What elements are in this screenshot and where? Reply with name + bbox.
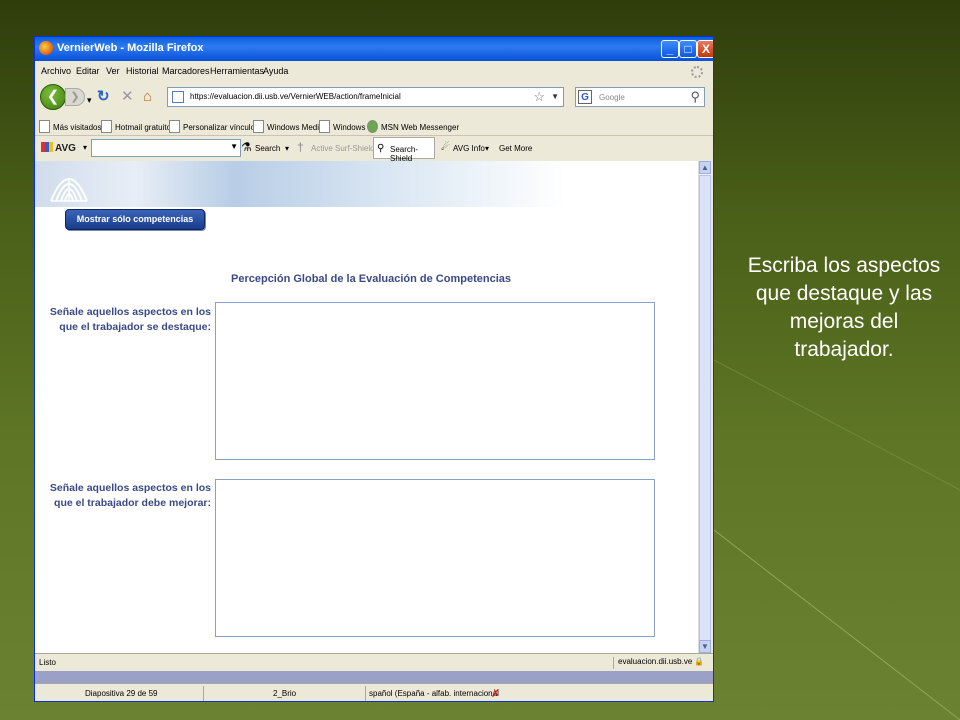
status-bar: Listo evaluacion.dii.usb.ve 🔒 (35, 653, 713, 672)
search-box[interactable]: G Google ⚲ (575, 87, 705, 107)
menu-ver[interactable]: Ver (106, 66, 120, 76)
back-button[interactable]: ❮ (40, 84, 66, 110)
bookmark-star-icon[interactable]: ☆ (533, 89, 545, 105)
search-icon[interactable]: ⚲ (690, 89, 700, 105)
stop-icon[interactable]: ✕ (121, 88, 134, 106)
theme-name: 2_Brio (273, 689, 297, 698)
bookmarks-toolbar: Más visitados Hotmail gratuito Personali… (35, 115, 713, 135)
page-icon (169, 120, 180, 133)
menu-historial[interactable]: Historial (126, 66, 159, 76)
url-bar[interactable]: https://evaluacion.dii.usb.ve/VernierWEB… (167, 87, 564, 107)
improvements-textarea[interactable] (215, 479, 655, 637)
menu-bar: Archivo Editar Ver Historial Marcadores … (35, 63, 713, 81)
url-dropdown-icon[interactable]: ▼ (551, 92, 559, 101)
scroll-up-icon[interactable]: ▲ (699, 161, 711, 174)
strengths-textarea[interactable] (215, 302, 655, 460)
menu-marcadores[interactable]: Marcadores (162, 66, 210, 76)
avg-input-dropdown-icon[interactable]: ▼ (230, 142, 238, 151)
home-icon[interactable]: ⌂ (143, 88, 152, 106)
reload-icon[interactable]: ↻ (97, 88, 110, 106)
status-domain: evaluacion.dii.usb.ve 🔒 (613, 657, 704, 669)
usb-logo (50, 178, 88, 202)
search-shield-button[interactable]: Search-Shield ⚲ (373, 137, 435, 163)
active-surf-shield-button[interactable]: Active Surf-Shield (311, 144, 375, 153)
vertical-scrollbar[interactable]: ▲ ▼ (698, 161, 711, 653)
throbber-icon (691, 66, 703, 78)
section-title: Percepción Global de la Evaluación de Co… (231, 273, 511, 285)
window-title: VernierWeb - Mozilla Firefox (57, 42, 204, 54)
security-icon[interactable]: 🔒 (694, 657, 704, 666)
status-text: Listo (39, 658, 56, 667)
bookmark-msn-messenger[interactable]: MSN Web Messenger (367, 120, 459, 133)
maximize-button[interactable]: □ (679, 40, 697, 58)
bookmark-mas-visitados[interactable]: Más visitados (39, 120, 101, 133)
minimize-button[interactable]: _ (661, 40, 679, 58)
show-competencies-button[interactable]: Mostrar sólo competencias (65, 209, 205, 230)
site-favicon-icon (172, 91, 184, 103)
spellcheck-icon[interactable]: ✗ (491, 687, 500, 700)
scroll-thumb[interactable] (699, 175, 711, 641)
close-button[interactable]: X (697, 40, 713, 58)
search-placeholder: Google (599, 93, 625, 102)
powerpoint-status-bar: Diapositiva 29 de 59 2_Brio spañol (Espa… (35, 683, 713, 701)
url-text: https://evaluacion.dii.usb.ve/VernierWEB… (190, 92, 401, 101)
get-more-button[interactable]: Get More (499, 144, 532, 153)
menu-ayuda[interactable]: Ayuda (263, 66, 288, 76)
google-icon[interactable]: G (578, 90, 592, 104)
title-bar: VernierWeb - Mozilla Firefox _ □ X (35, 37, 713, 61)
page-banner (35, 161, 698, 207)
grip-icon: † (297, 140, 304, 154)
bookmark-icon (39, 120, 50, 133)
scroll-down-icon[interactable]: ▼ (699, 640, 711, 653)
menu-archivo[interactable]: Archivo (41, 66, 71, 76)
slide-counter: Diapositiva 29 de 59 (85, 689, 158, 698)
page-icon (319, 120, 330, 133)
avg-dropdown-icon[interactable]: ▾ (83, 143, 87, 152)
page-icon (253, 120, 264, 133)
bookmark-hotmail[interactable]: Hotmail gratuito (101, 120, 171, 133)
improvements-label: Señale aquellos aspectos en los que el t… (49, 482, 211, 509)
avg-info-icon: ☄ (441, 142, 450, 153)
firefox-icon (39, 41, 53, 55)
forward-button[interactable]: ❯ (65, 88, 85, 106)
avg-pin-icon: ⚗ (241, 140, 252, 154)
avg-logo-icon (41, 142, 53, 152)
bookmark-windows-media[interactable]: Windows Media (253, 120, 323, 133)
avg-info-dropdown-icon[interactable]: ▾ (485, 144, 489, 153)
firefox-window: VernierWeb - Mozilla Firefox _ □ X Archi… (34, 36, 714, 702)
avg-toolbar: AVG ▾ ▼ ⚗ Search ▾ † Active Surf-Shield … (35, 135, 713, 163)
separator (365, 686, 366, 701)
navigation-toolbar: ❮ ❯ ▾ ↻ ✕ ⌂ https://evaluacion.dii.usb.v… (35, 83, 713, 111)
avg-search-dropdown-icon[interactable]: ▾ (285, 144, 289, 153)
avg-search-input[interactable]: ▼ (91, 139, 241, 157)
bookmark-windows[interactable]: Windows (319, 120, 365, 133)
menu-editar[interactable]: Editar (76, 66, 100, 76)
bookmark-personalizar[interactable]: Personalizar vínculos (169, 120, 259, 133)
history-dropdown-icon[interactable]: ▾ (87, 91, 92, 109)
msn-icon (367, 120, 378, 133)
slide-caption: Escriba los aspectos que destaque y las … (747, 254, 941, 361)
avg-search-button[interactable]: Search (255, 144, 280, 153)
avg-logo[interactable]: AVG (41, 142, 76, 154)
page-content: Mostrar sólo competencias Percepción Glo… (35, 161, 698, 653)
language-indicator: spañol (España - alfab. internacional (369, 689, 499, 698)
separator (203, 686, 204, 701)
avg-info-button[interactable]: AVG Info (453, 144, 485, 153)
strengths-label: Señale aquellos aspectos en los que el t… (49, 306, 211, 333)
search-shield-icon: ⚲ (377, 143, 385, 154)
page-icon (101, 120, 112, 133)
menu-herramientas[interactable]: Herramientas (210, 66, 264, 76)
